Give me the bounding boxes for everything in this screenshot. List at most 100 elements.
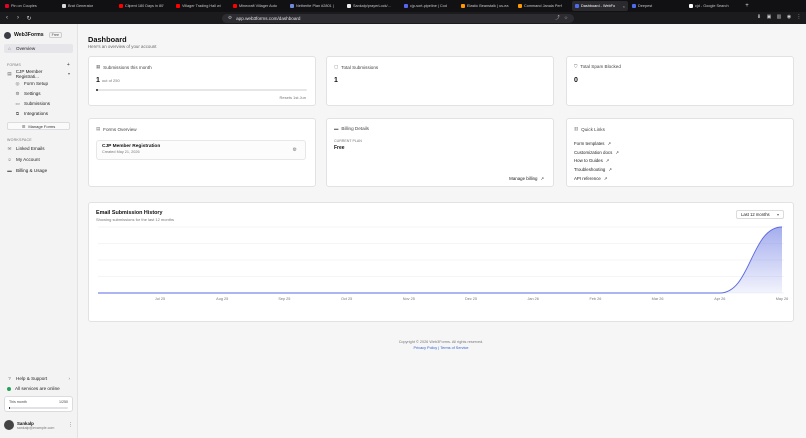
browser-tab[interactable]: Villager Trading Hall wi	[173, 1, 229, 11]
sidebar-item-label: Settings	[24, 91, 41, 96]
form-name: CJP Member Registration	[102, 144, 161, 149]
menu-icon[interactable]: ⋮	[796, 14, 802, 21]
quick-link-customization-docs[interactable]: Customization docs ↗	[574, 148, 619, 157]
usage-count: 1/250	[59, 400, 68, 404]
card-title: Forms Overview	[103, 126, 137, 132]
close-tab-icon[interactable]: ×	[623, 4, 625, 9]
back-icon[interactable]: ‹	[4, 15, 10, 21]
forward-icon[interactable]: ›	[15, 15, 21, 21]
x-tick-label: Nov 25	[403, 297, 415, 301]
quick-link-label: Customization docs	[574, 149, 613, 155]
address-bar[interactable]: ⚙ app.web3forms.com/dashboard ⤴ ☆	[222, 13, 574, 23]
setup-icon: ◎	[15, 80, 20, 86]
sidebar-item-label: Billing & Usage	[16, 168, 48, 173]
browser-tab[interactable]: Dashboard - WebFo ×	[572, 1, 628, 11]
page-subtitle: Here's an overview of your account	[88, 44, 157, 49]
add-form-icon[interactable]: +	[67, 62, 70, 68]
help-icon: ?	[8, 376, 11, 381]
tab-favicon-icon	[404, 4, 408, 8]
usage-card: This month 1/250	[4, 396, 73, 412]
quick-link-label: Form templates	[574, 140, 605, 146]
tab-title: Pin on Couples	[11, 4, 37, 8]
extension-icon[interactable]: ▣	[766, 14, 772, 21]
external-link-icon: ↗	[605, 158, 610, 164]
tab-title: cjd - Google Search	[695, 4, 729, 8]
browser-tab[interactable]: Pin on Couples	[2, 1, 58, 11]
sidebar-item-label: Linked Emails	[16, 146, 45, 151]
more-options-icon[interactable]: ⋮	[68, 422, 73, 428]
new-tab-icon[interactable]: +	[743, 3, 751, 9]
browser-tab[interactable]: Sankalp/prayerLock/...	[344, 1, 400, 11]
browser-tab[interactable]: Clipent 180 Days in 80'	[116, 1, 172, 11]
x-tick-label: Sep 25	[278, 297, 290, 301]
profile-icon[interactable]: ◉	[786, 14, 792, 21]
tab-favicon-icon	[119, 4, 123, 8]
stat-label: Submissions this month	[103, 64, 152, 70]
plan-badge: Free	[48, 32, 62, 38]
x-tick-label: Aug 25	[216, 297, 228, 301]
user-profile[interactable]: Sankalp sankalp@example.com ⋮	[4, 416, 73, 434]
browser-tab[interactable]: Minecraft Villager Auto	[230, 1, 286, 11]
download-icon[interactable]: ⬇	[756, 14, 762, 21]
browser-tab[interactable]: Elastic Beanstalk | us-ea	[458, 1, 514, 11]
reload-icon[interactable]: ↻	[26, 15, 32, 22]
tab-favicon-icon	[5, 4, 9, 8]
sidebar-item-billing[interactable]: ▬ Billing & Usage	[4, 166, 73, 175]
reset-note: Resets 1st Jun	[279, 95, 306, 100]
bookmark-star-icon[interactable]: ☆	[564, 15, 568, 21]
browser-tab[interactable]: cjd - Google Search	[686, 1, 742, 11]
tab-favicon-icon	[632, 4, 636, 8]
quick-link-form-templates[interactable]: Form templates ↗	[574, 139, 619, 148]
quick-link-troubleshooting[interactable]: Troubleshooting ↗	[574, 165, 619, 174]
browser-tab[interactable]: Deepest	[629, 1, 685, 11]
gear-icon[interactable]: ⚙	[293, 147, 297, 153]
x-tick-label: Oct 25	[341, 297, 352, 301]
browser-tab[interactable]: Brat Generator	[59, 1, 115, 11]
range-select[interactable]: Last 12 months ▾	[736, 210, 784, 219]
sidebar-item-my-account[interactable]: ☺ My Account	[4, 155, 73, 164]
share-icon[interactable]: ⤴	[555, 15, 560, 21]
browser-tab[interactable]: Netherite Plan #2801 |	[287, 1, 343, 11]
usage-progress-bar	[9, 407, 68, 409]
sidebar-item-overview[interactable]: ⌂ Overview	[4, 44, 73, 53]
help-support-link[interactable]: ? Help & Support ›	[4, 374, 73, 383]
shield-icon: ⛉	[574, 64, 578, 69]
quick-link-api-reference[interactable]: API reference ↗	[574, 174, 619, 183]
sidebar-item-submissions[interactable]: ▭ Submissions	[4, 99, 73, 108]
stat-label: Total Submissions	[341, 64, 379, 70]
form-icon: ▤	[96, 126, 101, 131]
address-url: app.web3forms.com/dashboard	[236, 15, 301, 21]
quick-link-how-to-guides[interactable]: How to Guides ↗	[574, 156, 619, 165]
tab-favicon-icon	[62, 4, 66, 8]
manage-billing-link[interactable]: Manage billing ↗	[509, 174, 544, 183]
forms-overview-card: ▤ Forms Overview CJP Member Registration…	[88, 118, 316, 187]
site-info-icon[interactable]: ⚙	[228, 15, 232, 21]
manage-forms-button[interactable]: ☰ Manage Forms	[7, 122, 70, 130]
tab-title: cjp-sort-pipeline | Cod	[410, 4, 447, 8]
sidebar-item-label: Form Setup	[24, 81, 48, 86]
sidebar-item-settings[interactable]: ⚙ Settings	[4, 89, 73, 98]
submission-history-card: Email Submission History Showing submiss…	[88, 202, 794, 322]
tab-title: Dashboard - WebFo	[581, 4, 616, 8]
sidebar-form-selector[interactable]: ▤ CJP Member Registrati... ▾	[4, 69, 73, 79]
quick-links-card: ▥ Quick Links Form templates ↗ Customizat…	[566, 118, 794, 187]
x-tick-label: Mar 26	[652, 297, 664, 301]
sidebar-toggle-icon[interactable]: ▥	[776, 14, 782, 21]
form-list-item[interactable]: CJP Member Registration Created May 21, …	[96, 140, 306, 160]
app-window: Web3Forms Free ⌂ Overview FORMS + ▤ CJP …	[0, 24, 806, 438]
footer-links[interactable]: Privacy Policy | Terms of Service	[88, 346, 794, 350]
sidebar-item-form-setup[interactable]: ◎ Form Setup	[4, 79, 73, 88]
browser-tab[interactable]: cjp-sort-pipeline | Cod	[401, 1, 457, 11]
card-title: Quick Links	[581, 126, 605, 132]
browser-toolbar: ‹ › ↻ ⚙ app.web3forms.com/dashboard ⤴ ☆ …	[0, 12, 806, 24]
home-icon: ⌂	[8, 46, 11, 51]
stat-value: 1	[334, 77, 338, 84]
tab-title: Netherite Plan #2801 |	[296, 4, 334, 8]
sidebar-item-integrations[interactable]: ⧉ Integrations	[4, 109, 73, 118]
sidebar-item-linked-emails[interactable]: ✉ Linked Emails	[4, 144, 73, 153]
list-icon: ☰	[21, 123, 26, 129]
gear-icon: ⚙	[15, 90, 20, 96]
browser-tab[interactable]: Command Janala Perf	[515, 1, 571, 11]
quick-link-label: API reference	[574, 175, 601, 181]
external-link-icon: ↗	[608, 166, 612, 172]
